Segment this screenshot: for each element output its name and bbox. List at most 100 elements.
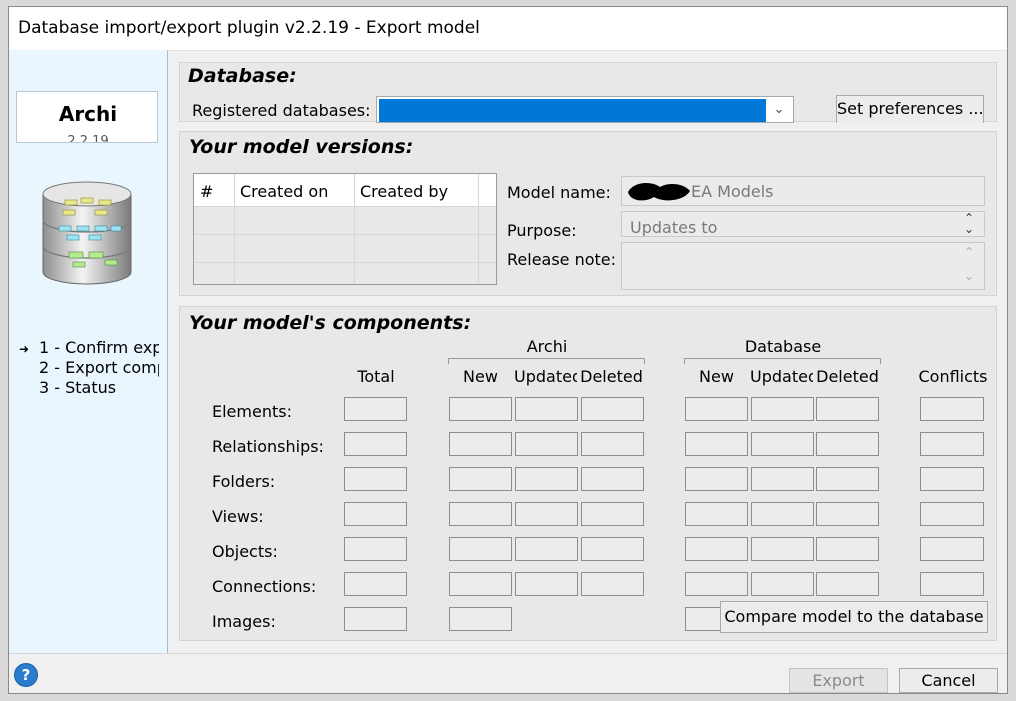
count-cell (515, 537, 578, 561)
row-label-connections: Connections: (212, 577, 317, 596)
count-cell (816, 432, 879, 456)
export-button[interactable]: Export (789, 668, 888, 693)
app-name: Archi (58, 102, 118, 126)
chevron-down-icon[interactable]: ⌄ (767, 99, 791, 122)
count-cell (816, 572, 879, 596)
database-group: Database: Registered databases: ⌄ Set pr… (179, 62, 997, 123)
count-cell (751, 467, 814, 491)
col-db-deleted: Deleted (816, 367, 879, 386)
count-cell (920, 432, 984, 456)
count-cell (920, 572, 984, 596)
database-section-title: Database: (188, 65, 297, 87)
purpose-value: Updates to (630, 218, 718, 237)
count-cell (449, 467, 512, 491)
model-name-field[interactable]: EA Models (621, 176, 985, 206)
row-label-views: Views: (212, 507, 264, 526)
count-cell (449, 502, 512, 526)
help-icon[interactable]: ? (14, 663, 38, 687)
purpose-label: Purpose: (507, 221, 577, 240)
count-cell (581, 572, 644, 596)
model-versions-table[interactable]: # Created on Created by (193, 173, 497, 285)
model-versions-group: Your model versions: # Created on Create… (179, 131, 997, 296)
archi-group-header: Archi (526, 337, 568, 356)
count-cell (515, 467, 578, 491)
count-cell (920, 397, 984, 421)
spinner-up-down-icon[interactable]: ⌃ ⌄ (964, 212, 974, 235)
redacted-scribble-icon (628, 182, 690, 201)
count-cell (344, 537, 407, 561)
app-version: 2.2.19 (67, 134, 109, 143)
registered-databases-combo[interactable]: ⌄ (376, 96, 794, 123)
purpose-field[interactable]: Updates to ⌃ ⌄ (621, 211, 985, 237)
row-label-elements: Elements: (212, 402, 292, 421)
model-name-label: Model name: (507, 183, 611, 202)
count-cell (816, 502, 879, 526)
count-cell (920, 467, 984, 491)
row-label-images: Images: (212, 612, 276, 631)
col-header-created-by[interactable]: Created by (360, 182, 448, 201)
col-archi-deleted: Deleted (580, 367, 643, 386)
wizard-steps: ➜ 1 - Confirm export 2 - Export component… (19, 338, 159, 398)
count-cell (685, 537, 748, 561)
count-cell (449, 397, 512, 421)
count-cell (816, 397, 879, 421)
count-cell (581, 432, 644, 456)
count-cell (344, 572, 407, 596)
col-conflicts: Conflicts (918, 367, 988, 386)
export-model-dialog: Database import/export plugin v2.2.19 - … (8, 6, 1008, 694)
col-header-number[interactable]: # (200, 182, 213, 201)
count-cell (449, 607, 512, 631)
count-cell (816, 467, 879, 491)
step-1: ➜ 1 - Confirm export (19, 338, 159, 358)
count-cell (344, 397, 407, 421)
count-cell (920, 502, 984, 526)
step-3-label: 3 - Status (39, 378, 117, 397)
selected-database (379, 99, 766, 122)
count-cell (515, 432, 578, 456)
count-cell (751, 537, 814, 561)
count-cell (581, 502, 644, 526)
model-name-value: EA Models (691, 182, 774, 201)
count-cell (515, 572, 578, 596)
col-total: Total (357, 367, 395, 386)
col-archi-new: New (463, 367, 498, 386)
count-cell (581, 397, 644, 421)
count-cell (751, 502, 814, 526)
count-cell (751, 432, 814, 456)
count-cell (685, 467, 748, 491)
count-cell (685, 502, 748, 526)
count-cell (751, 397, 814, 421)
row-label-objects: Objects: (212, 542, 278, 561)
row-label-folders: Folders: (212, 472, 276, 491)
step-1-label: 1 - Confirm export (39, 338, 159, 357)
window-title: Database import/export plugin v2.2.19 - … (18, 18, 480, 38)
count-cell (449, 537, 512, 561)
count-cell (449, 572, 512, 596)
col-header-created-on[interactable]: Created on (240, 182, 328, 201)
count-cell (920, 537, 984, 561)
current-step-arrow-icon: ➜ (19, 342, 30, 356)
row-label-relationships: Relationships: (212, 437, 324, 456)
scroll-up-icon[interactable]: ⌃ (964, 245, 974, 259)
count-cell (685, 397, 748, 421)
count-cell (344, 607, 407, 631)
count-cell (816, 537, 879, 561)
cancel-button[interactable]: Cancel (899, 668, 998, 693)
count-cell (685, 432, 748, 456)
archi-logo-box: Archi 2.2.19 (16, 91, 158, 143)
col-db-new: New (699, 367, 734, 386)
col-db-updated: Updated (750, 367, 813, 386)
release-note-field[interactable]: ⌃ ⌄ (621, 242, 985, 290)
count-cell (449, 432, 512, 456)
count-cell (515, 502, 578, 526)
step-2: 2 - Export components (19, 358, 159, 378)
scroll-down-icon[interactable]: ⌄ (964, 269, 974, 283)
count-cell (751, 572, 814, 596)
set-preferences-button[interactable]: Set preferences ... (836, 95, 984, 123)
count-cell (685, 572, 748, 596)
versions-section-title: Your model versions: (189, 136, 414, 158)
col-archi-updated: Updated (514, 367, 577, 386)
compare-model-button[interactable]: Compare model to the database (720, 601, 988, 633)
database-icon (42, 181, 132, 285)
registered-databases-label: Registered databases: (192, 101, 371, 120)
